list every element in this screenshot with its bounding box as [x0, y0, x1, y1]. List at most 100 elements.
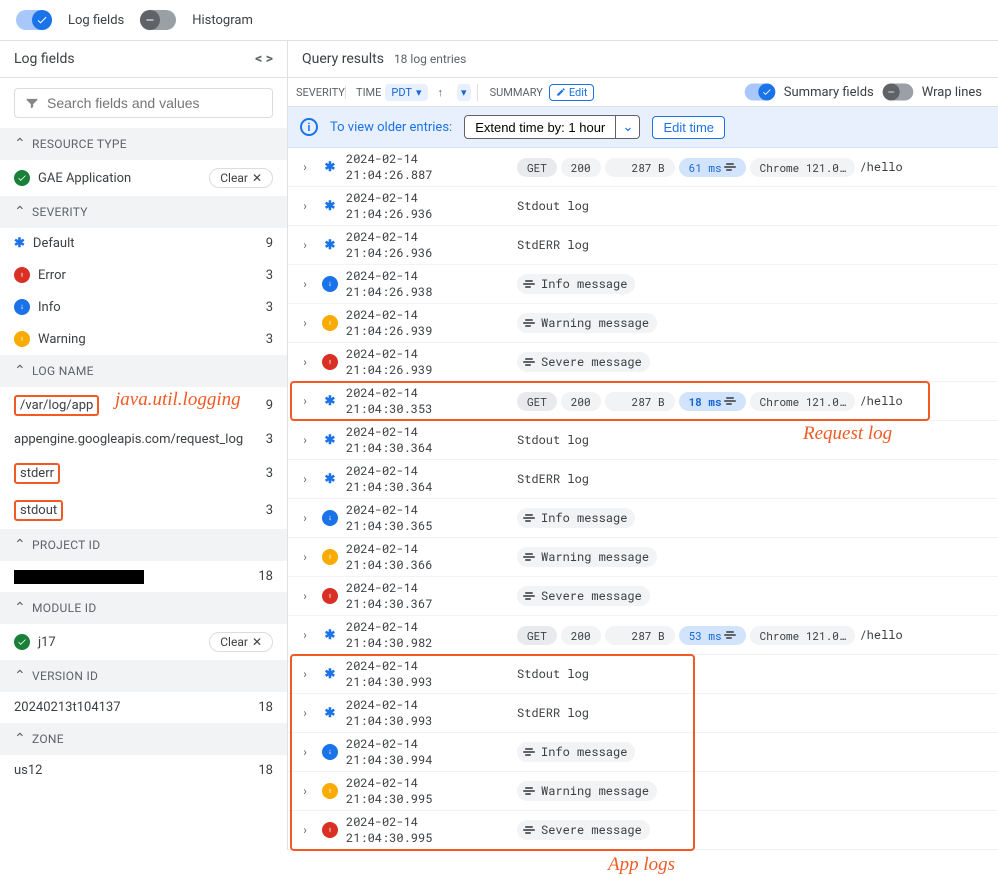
log-row[interactable]: ›✱2024-02-14 21:04:30.364StdERR log: [288, 460, 998, 499]
asterisk-icon: ✱: [325, 628, 336, 643]
log-row[interactable]: ›2024-02-14 21:04:26.939Warning message: [288, 304, 998, 343]
severity-row-warning[interactable]: Warning3: [0, 323, 287, 355]
user-agent: Chrome 121.0…: [750, 158, 856, 177]
expand-row-icon[interactable]: ›: [296, 316, 314, 330]
main-panel: Query results 18 log entries SEVERITY TI…: [288, 41, 998, 850]
edit-summary-button[interactable]: Edit: [549, 84, 595, 101]
log-row[interactable]: ›2024-02-14 21:04:26.938Info message: [288, 265, 998, 304]
logname-row[interactable]: stdout3: [0, 492, 287, 529]
expand-row-icon[interactable]: ›: [296, 628, 314, 642]
latency: 53 ms: [679, 626, 746, 645]
expand-row-icon[interactable]: ›: [296, 550, 314, 564]
expand-row-icon[interactable]: ›: [296, 394, 314, 408]
query-results-title: Query results: [302, 51, 384, 67]
row-module[interactable]: j17 Clear✕: [0, 624, 287, 660]
logname-row[interactable]: appengine.googleapis.com/request_log3: [0, 424, 287, 455]
check-circle-icon: [14, 170, 30, 186]
log-row[interactable]: ›✱2024-02-14 21:04:30.993StdERR log: [288, 694, 998, 733]
clear-module-button[interactable]: Clear✕: [209, 632, 273, 652]
log-row[interactable]: ›2024-02-14 21:04:30.365Info message: [288, 499, 998, 538]
expand-row-icon[interactable]: ›: [296, 277, 314, 291]
log-row[interactable]: ›✱2024-02-14 21:04:26.936Stdout log: [288, 187, 998, 226]
expand-icon[interactable]: < >: [255, 51, 273, 67]
time-dropdown[interactable]: ▾: [457, 84, 471, 101]
section-severity[interactable]: ⌃SEVERITY: [0, 196, 287, 228]
log-row[interactable]: ›2024-02-14 21:04:30.367Severe message: [288, 577, 998, 616]
edit-time-button[interactable]: Edit time: [652, 116, 725, 139]
logname-row[interactable]: stderr3: [0, 455, 287, 492]
log-row[interactable]: ›2024-02-14 21:04:26.939Severe message: [288, 343, 998, 382]
expand-row-icon[interactable]: ›: [296, 511, 314, 525]
lines-icon: [726, 397, 736, 405]
severity-row-error[interactable]: Error3: [0, 259, 287, 291]
log-row[interactable]: ›2024-02-14 21:04:30.995Warning message: [288, 772, 998, 811]
row-project[interactable]: 18: [0, 561, 287, 592]
log-row[interactable]: ›✱2024-02-14 21:04:30.993Stdout log: [288, 655, 998, 694]
clear-resource-button[interactable]: Clear✕: [209, 168, 273, 188]
section-project-id[interactable]: ⌃PROJECT ID: [0, 529, 287, 561]
asterisk-icon: ✱: [14, 236, 25, 251]
section-log-name[interactable]: ⌃LOG NAME: [0, 355, 287, 387]
severity-row-default[interactable]: ✱Default9: [0, 228, 287, 259]
search-input[interactable]: [47, 95, 262, 111]
section-zone[interactable]: ⌃ZONE: [0, 723, 287, 755]
expand-row-icon[interactable]: ›: [296, 238, 314, 252]
col-time[interactable]: TIME PDT▾ ↑ ▾: [350, 84, 478, 101]
log-row[interactable]: ›✱2024-02-14 21:04:30.982GET200287 B53 m…: [288, 616, 998, 655]
expand-row-icon[interactable]: ›: [296, 160, 314, 174]
expand-row-icon[interactable]: ›: [296, 589, 314, 603]
path: /hello: [859, 627, 902, 643]
timestamp: 2024-02-14 21:04:30.993: [346, 697, 511, 729]
log-row[interactable]: ›✱2024-02-14 21:04:26.887GET200287 B61 m…: [288, 148, 998, 187]
expand-row-icon[interactable]: ›: [296, 823, 314, 837]
log-text: Stdout log: [517, 666, 589, 682]
log-message: Info message: [517, 508, 635, 528]
row-gae-app[interactable]: GAE Application Clear✕: [0, 160, 287, 196]
expand-row-icon[interactable]: ›: [296, 745, 314, 759]
expand-row-icon[interactable]: ›: [296, 784, 314, 798]
row-zone[interactable]: us12 18: [0, 755, 287, 786]
severity-row-info[interactable]: Info3: [0, 291, 287, 323]
section-version-id[interactable]: ⌃VERSION ID: [0, 660, 287, 692]
timezone-pill[interactable]: PDT▾: [385, 84, 427, 101]
log-row[interactable]: ›2024-02-14 21:04:30.994Info message: [288, 733, 998, 772]
user-agent: Chrome 121.0…: [750, 626, 856, 645]
asterisk-icon: ✱: [325, 160, 336, 175]
main-header: Query results 18 log entries: [288, 41, 998, 78]
asterisk-icon: ✱: [325, 433, 336, 448]
extend-time-button[interactable]: Extend time by: 1 hour: [464, 115, 616, 139]
wrap-lines-toggle[interactable]: [882, 84, 913, 101]
log-row[interactable]: ›2024-02-14 21:04:30.366Warning message: [288, 538, 998, 577]
http-status: 200: [561, 626, 601, 645]
log-row[interactable]: ›2024-02-14 21:04:30.995Severe message: [288, 811, 998, 850]
section-resource-type[interactable]: ⌃RESOURCE TYPE: [0, 128, 287, 160]
warning-icon: [322, 315, 338, 331]
search-input-wrap[interactable]: [14, 88, 273, 118]
timestamp: 2024-02-14 21:04:30.982: [346, 619, 511, 651]
timestamp: 2024-02-14 21:04:26.887: [346, 151, 511, 183]
http-method: GET: [517, 158, 557, 177]
log-row[interactable]: ›✱2024-02-14 21:04:26.936StdERR log: [288, 226, 998, 265]
extend-time-dropdown[interactable]: ⌄: [616, 115, 640, 139]
log-fields-toggle[interactable]: [16, 10, 52, 30]
info-icon: [14, 299, 30, 315]
lines-icon: [525, 748, 535, 756]
histogram-toggle[interactable]: [140, 10, 176, 30]
expand-row-icon[interactable]: ›: [296, 433, 314, 447]
chevron-up-icon: ⌃: [14, 136, 26, 152]
sort-asc-icon[interactable]: ↑: [432, 86, 450, 99]
col-severity[interactable]: SEVERITY: [296, 86, 346, 99]
section-module-id[interactable]: ⌃MODULE ID: [0, 592, 287, 624]
expand-row-icon[interactable]: ›: [296, 472, 314, 486]
path: /hello: [859, 393, 902, 409]
timestamp: 2024-02-14 21:04:30.367: [346, 580, 511, 612]
top-bar: Log fields Histogram: [0, 0, 998, 41]
expand-row-icon[interactable]: ›: [296, 355, 314, 369]
expand-row-icon[interactable]: ›: [296, 667, 314, 681]
log-row[interactable]: ›✱2024-02-14 21:04:30.353GET200287 B18 m…: [288, 382, 998, 421]
row-version[interactable]: 20240213t104137 18: [0, 692, 287, 723]
timestamp: 2024-02-14 21:04:30.353: [346, 385, 511, 417]
expand-row-icon[interactable]: ›: [296, 199, 314, 213]
summary-fields-toggle[interactable]: [744, 84, 775, 101]
expand-row-icon[interactable]: ›: [296, 706, 314, 720]
